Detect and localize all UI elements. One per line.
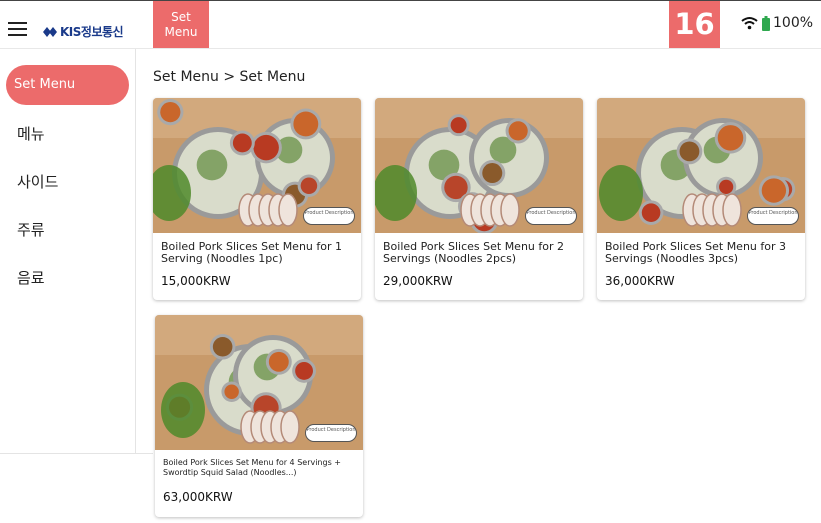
- product-price: 15,000KRW: [161, 274, 231, 288]
- hamburger-menu-icon[interactable]: [8, 22, 27, 38]
- product-description-button[interactable]: Product Description: [525, 207, 577, 225]
- breadcrumb: Set Menu > Set Menu: [153, 69, 306, 85]
- product-name: Boiled Pork Slices Set Menu for 2 Servin…: [383, 240, 565, 265]
- product-price: 29,000KRW: [383, 274, 453, 288]
- app-window: KIS정보통신 Set Menu 16 100% Set Menu 메뉴 사이드…: [0, 0, 821, 523]
- tab-set-menu[interactable]: Set Menu: [153, 1, 209, 48]
- product-name: Boiled Pork Slices Set Menu for 4 Servin…: [163, 458, 341, 477]
- product-card[interactable]: Product Description Boiled Pork Slices S…: [153, 98, 361, 300]
- product-price: 36,000KRW: [605, 274, 675, 288]
- sidebar-item-drinks[interactable]: 음료: [17, 267, 45, 288]
- product-card[interactable]: Product Description Boiled Pork Slices S…: [155, 315, 363, 517]
- battery-percent: 100%: [773, 15, 814, 31]
- category-sidebar: Set Menu 메뉴 사이드 주류 음료: [0, 49, 136, 453]
- sidebar-item-side[interactable]: 사이드: [17, 171, 58, 192]
- sidebar-item-liquor[interactable]: 주류: [17, 219, 45, 240]
- top-bar: KIS정보통신 Set Menu 16 100%: [0, 1, 821, 49]
- product-price: 63,000KRW: [163, 490, 233, 504]
- status-area: 100%: [741, 15, 813, 31]
- battery-icon: [762, 15, 770, 31]
- product-description-button[interactable]: Product Description: [747, 207, 799, 225]
- table-number-badge: 16: [669, 1, 720, 48]
- sidebar-item-set-menu[interactable]: Set Menu: [6, 65, 129, 105]
- wifi-icon: [741, 17, 758, 30]
- logo: KIS정보통신: [43, 23, 124, 40]
- logo-text: KIS정보통신: [60, 25, 124, 39]
- divider: [0, 453, 153, 454]
- logo-diamond-icon: [43, 26, 57, 37]
- product-card[interactable]: Product Description Boiled Pork Slices S…: [597, 98, 805, 300]
- product-description-button[interactable]: Product Description: [303, 207, 355, 225]
- product-description-button[interactable]: Product Description: [305, 424, 357, 442]
- product-card[interactable]: Product Description Boiled Pork Slices S…: [375, 98, 583, 300]
- product-name: Boiled Pork Slices Set Menu for 1 Servin…: [161, 240, 343, 265]
- sidebar-item-menu[interactable]: 메뉴: [17, 123, 45, 144]
- product-name: Boiled Pork Slices Set Menu for 3 Servin…: [605, 240, 787, 265]
